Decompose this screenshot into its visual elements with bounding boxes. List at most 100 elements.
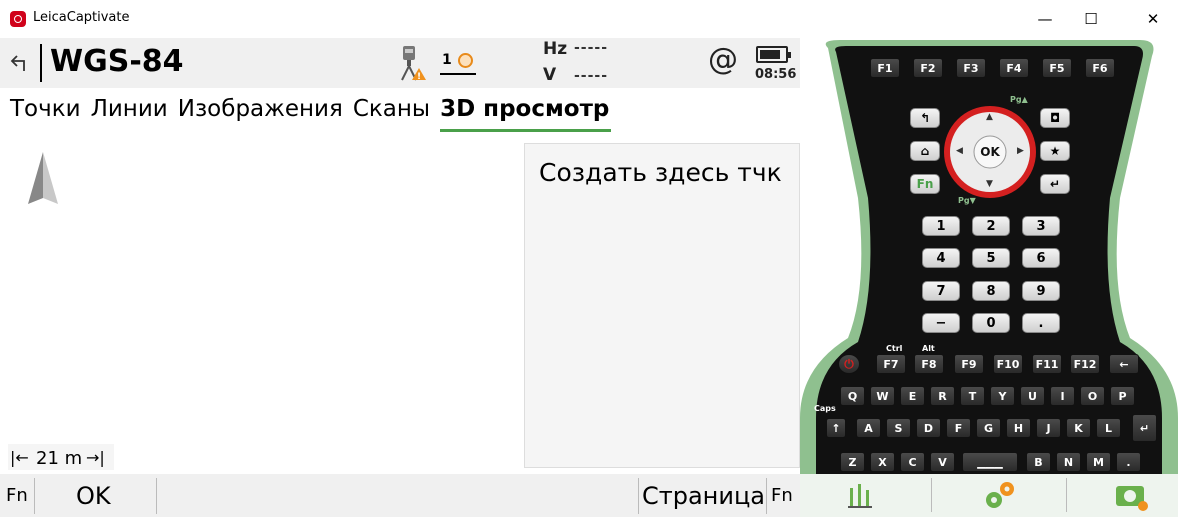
app-header: WGS-84 ! 1 Hz ----- V ----- @ 08:56 — [0, 38, 800, 88]
key-space[interactable]: ▁▁▁ — [962, 452, 1018, 472]
backspace-icon: ← — [1119, 357, 1129, 371]
key-a[interactable]: A — [856, 418, 881, 438]
softkey-divider — [34, 478, 35, 514]
battery-level — [760, 50, 780, 59]
key-c[interactable]: C — [900, 452, 925, 472]
key-f12[interactable]: F12 — [1070, 354, 1100, 374]
key-f5[interactable]: F5 — [1042, 58, 1072, 78]
shift-icon: ↑ — [831, 421, 841, 435]
key-3[interactable]: 3 — [1022, 216, 1060, 236]
arrow-up-icon[interactable]: ▲ — [986, 112, 993, 122]
key-f[interactable]: F — [946, 418, 971, 438]
key-f11[interactable]: F11 — [1032, 354, 1062, 374]
key-f9[interactable]: F9 — [954, 354, 984, 374]
key-shift[interactable]: ↑ — [826, 418, 846, 438]
instrument-warning-icon[interactable]: ! — [396, 44, 426, 82]
maximize-button[interactable]: ☐ — [1068, 0, 1114, 38]
key-s[interactable]: S — [886, 418, 911, 438]
settings-gears-icon[interactable] — [982, 480, 1016, 512]
key-l[interactable]: L — [1096, 418, 1121, 438]
key-z[interactable]: Z — [840, 452, 865, 472]
camera-settings-icon[interactable] — [1114, 480, 1150, 512]
key-q[interactable]: Q — [840, 386, 865, 406]
leica-logo-icon — [10, 11, 26, 27]
key-home[interactable]: ⌂ — [910, 141, 940, 161]
key-m[interactable]: M — [1086, 452, 1111, 472]
connection-at-icon[interactable]: @ — [708, 42, 738, 77]
key-f10[interactable]: F10 — [993, 354, 1023, 374]
key-p[interactable]: P — [1110, 386, 1135, 406]
key-favourite[interactable]: ★ — [1040, 141, 1070, 161]
tab-lines[interactable]: Линии — [91, 96, 178, 132]
key-return[interactable]: ↵ — [1132, 414, 1157, 442]
key-dot[interactable]: . — [1022, 313, 1060, 333]
key-v[interactable]: V — [930, 452, 955, 472]
key-y[interactable]: Y — [990, 386, 1015, 406]
key-f6[interactable]: F6 — [1085, 58, 1115, 78]
arrow-down-icon[interactable]: ▼ — [986, 179, 993, 189]
key-k[interactable]: K — [1066, 418, 1091, 438]
ok-softkey[interactable]: OK — [76, 474, 111, 517]
key-1[interactable]: 1 — [922, 216, 960, 236]
arrow-right-icon[interactable]: ▶ — [1017, 146, 1024, 156]
satellite-status[interactable]: 1 — [440, 52, 480, 80]
key-back[interactable]: ↰ — [910, 108, 940, 128]
tab-scans[interactable]: Сканы — [353, 96, 440, 132]
fn-softkey-left[interactable]: Fn — [6, 474, 28, 517]
key-8[interactable]: 8 — [972, 281, 1010, 301]
key-d[interactable]: D — [916, 418, 941, 438]
key-x[interactable]: X — [870, 452, 895, 472]
key-u[interactable]: U — [1020, 386, 1045, 406]
key-7[interactable]: 7 — [922, 281, 960, 301]
key-f4[interactable]: F4 — [999, 58, 1029, 78]
survey-tools-icon[interactable] — [846, 482, 874, 510]
key-h[interactable]: H — [1006, 418, 1031, 438]
context-item-create-point[interactable]: Создать здесь тчк — [539, 158, 782, 187]
key-2[interactable]: 2 — [972, 216, 1010, 236]
toolbar-divider — [1066, 478, 1067, 512]
alt-label: Alt — [922, 344, 935, 353]
key-i[interactable]: I — [1050, 386, 1075, 406]
camera-icon: ◘ — [1049, 111, 1061, 125]
key-e[interactable]: E — [900, 386, 925, 406]
key-0[interactable]: 0 — [972, 313, 1010, 333]
key-ok[interactable]: OK — [974, 136, 1006, 168]
key-4[interactable]: 4 — [922, 248, 960, 268]
key-enter[interactable]: ↵ — [1040, 174, 1070, 194]
key-f1[interactable]: F1 — [870, 58, 900, 78]
key-b[interactable]: B — [1026, 452, 1051, 472]
key-r[interactable]: R — [930, 386, 955, 406]
key-g[interactable]: G — [976, 418, 1001, 438]
key-o[interactable]: O — [1080, 386, 1105, 406]
key-9[interactable]: 9 — [1022, 281, 1060, 301]
tab-bar: Точки Линии Изображения Сканы 3D просмот… — [10, 96, 612, 132]
battery-icon[interactable] — [756, 46, 791, 63]
key-w[interactable]: W — [870, 386, 895, 406]
minimize-button[interactable]: — — [1022, 0, 1068, 38]
key-period[interactable]: . — [1116, 452, 1141, 472]
key-f8[interactable]: F8 — [914, 354, 944, 374]
tab-images[interactable]: Изображения — [178, 96, 353, 132]
key-t[interactable]: T — [960, 386, 985, 406]
fn-softkey-right[interactable]: Fn — [771, 474, 793, 517]
key-f3[interactable]: F3 — [956, 58, 986, 78]
key-fn[interactable]: Fn — [910, 174, 940, 194]
key-n[interactable]: N — [1056, 452, 1081, 472]
tab-3d-view[interactable]: 3D просмотр — [440, 96, 612, 132]
back-button[interactable] — [5, 46, 35, 80]
tab-points[interactable]: Точки — [10, 96, 91, 132]
key-f2[interactable]: F2 — [913, 58, 943, 78]
arrow-left-icon[interactable]: ◀ — [956, 146, 963, 156]
key-6[interactable]: 6 — [1022, 248, 1060, 268]
power-button[interactable]: ⏻ — [838, 354, 860, 374]
power-icon: ⏻ — [844, 356, 854, 371]
key-minus[interactable]: − — [922, 313, 960, 333]
key-j[interactable]: J — [1036, 418, 1061, 438]
key-backspace[interactable]: ← — [1109, 354, 1139, 374]
page-softkey[interactable]: Страница — [642, 474, 765, 517]
header-divider — [40, 44, 42, 82]
close-button[interactable]: ✕ — [1130, 0, 1176, 38]
key-f7[interactable]: F7 — [876, 354, 906, 374]
key-5[interactable]: 5 — [972, 248, 1010, 268]
key-camera[interactable]: ◘ — [1040, 108, 1070, 128]
